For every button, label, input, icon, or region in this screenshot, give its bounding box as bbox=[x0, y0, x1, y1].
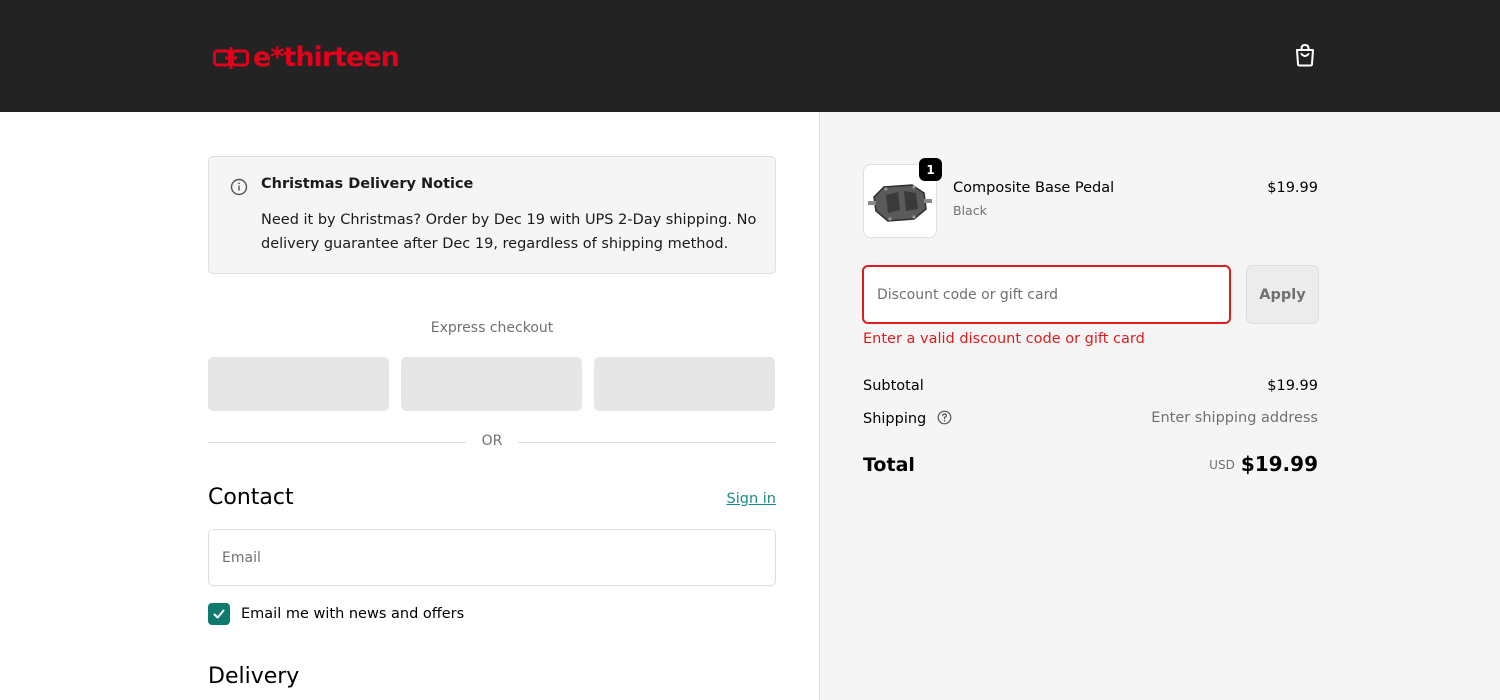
express-checkout-button-2[interactable] bbox=[401, 357, 582, 411]
quantity-badge: 1 bbox=[919, 158, 942, 181]
help-icon[interactable] bbox=[937, 410, 952, 425]
divider-line-right bbox=[518, 442, 776, 443]
site-header: e*thirteen bbox=[0, 0, 1500, 112]
express-checkout-label: Express checkout bbox=[430, 320, 554, 336]
express-checkout-button-3[interactable] bbox=[594, 357, 775, 411]
delivery-heading: Delivery bbox=[208, 664, 300, 689]
logo-text: e*thirteen bbox=[253, 42, 400, 73]
delivery-notice-banner: Christmas Delivery Notice Need it by Chr… bbox=[208, 156, 776, 274]
subtotal-value: $19.99 bbox=[1267, 378, 1318, 394]
sign-in-link[interactable]: Sign in bbox=[700, 491, 776, 507]
or-divider: OR bbox=[208, 432, 776, 454]
shopping-bag-icon bbox=[1296, 43, 1314, 67]
shipping-value: Enter shipping address bbox=[1151, 410, 1318, 426]
shipping-label-row: Shipping bbox=[863, 410, 952, 427]
email-field[interactable] bbox=[208, 529, 776, 586]
newsletter-label: Email me with news and offers bbox=[241, 606, 465, 622]
product-price: $19.99 bbox=[1267, 180, 1318, 196]
discount-error-message: Enter a valid discount code or gift card bbox=[863, 331, 1145, 347]
info-icon bbox=[230, 178, 248, 196]
notice-title: Christmas Delivery Notice bbox=[261, 176, 474, 192]
total-currency: USD bbox=[1209, 458, 1235, 472]
product-name: Composite Base Pedal bbox=[953, 180, 1115, 196]
product-variant: Black bbox=[953, 203, 987, 218]
cart-button[interactable] bbox=[1290, 40, 1320, 70]
notice-body: Need it by Christmas? Order by Dec 19 wi… bbox=[261, 212, 757, 252]
or-divider-text: OR bbox=[481, 433, 503, 449]
subtotal-label: Subtotal bbox=[863, 378, 924, 394]
apply-discount-button[interactable]: Apply bbox=[1246, 265, 1319, 324]
total-price: USD $19.99 bbox=[1100, 452, 1318, 476]
logo-mark-icon bbox=[213, 47, 249, 69]
newsletter-checkbox[interactable] bbox=[208, 603, 230, 625]
checkmark-icon bbox=[213, 609, 225, 619]
express-checkout-button-1[interactable] bbox=[208, 357, 389, 411]
newsletter-checkbox-row[interactable]: Email me with news and offers bbox=[208, 602, 464, 626]
total-amount: $19.99 bbox=[1240, 452, 1318, 476]
total-label: Total bbox=[863, 454, 915, 476]
brand-logo[interactable]: e*thirteen bbox=[213, 38, 400, 78]
shipping-label: Shipping bbox=[863, 411, 927, 427]
discount-code-input[interactable] bbox=[862, 265, 1231, 324]
contact-heading: Contact bbox=[208, 485, 294, 510]
